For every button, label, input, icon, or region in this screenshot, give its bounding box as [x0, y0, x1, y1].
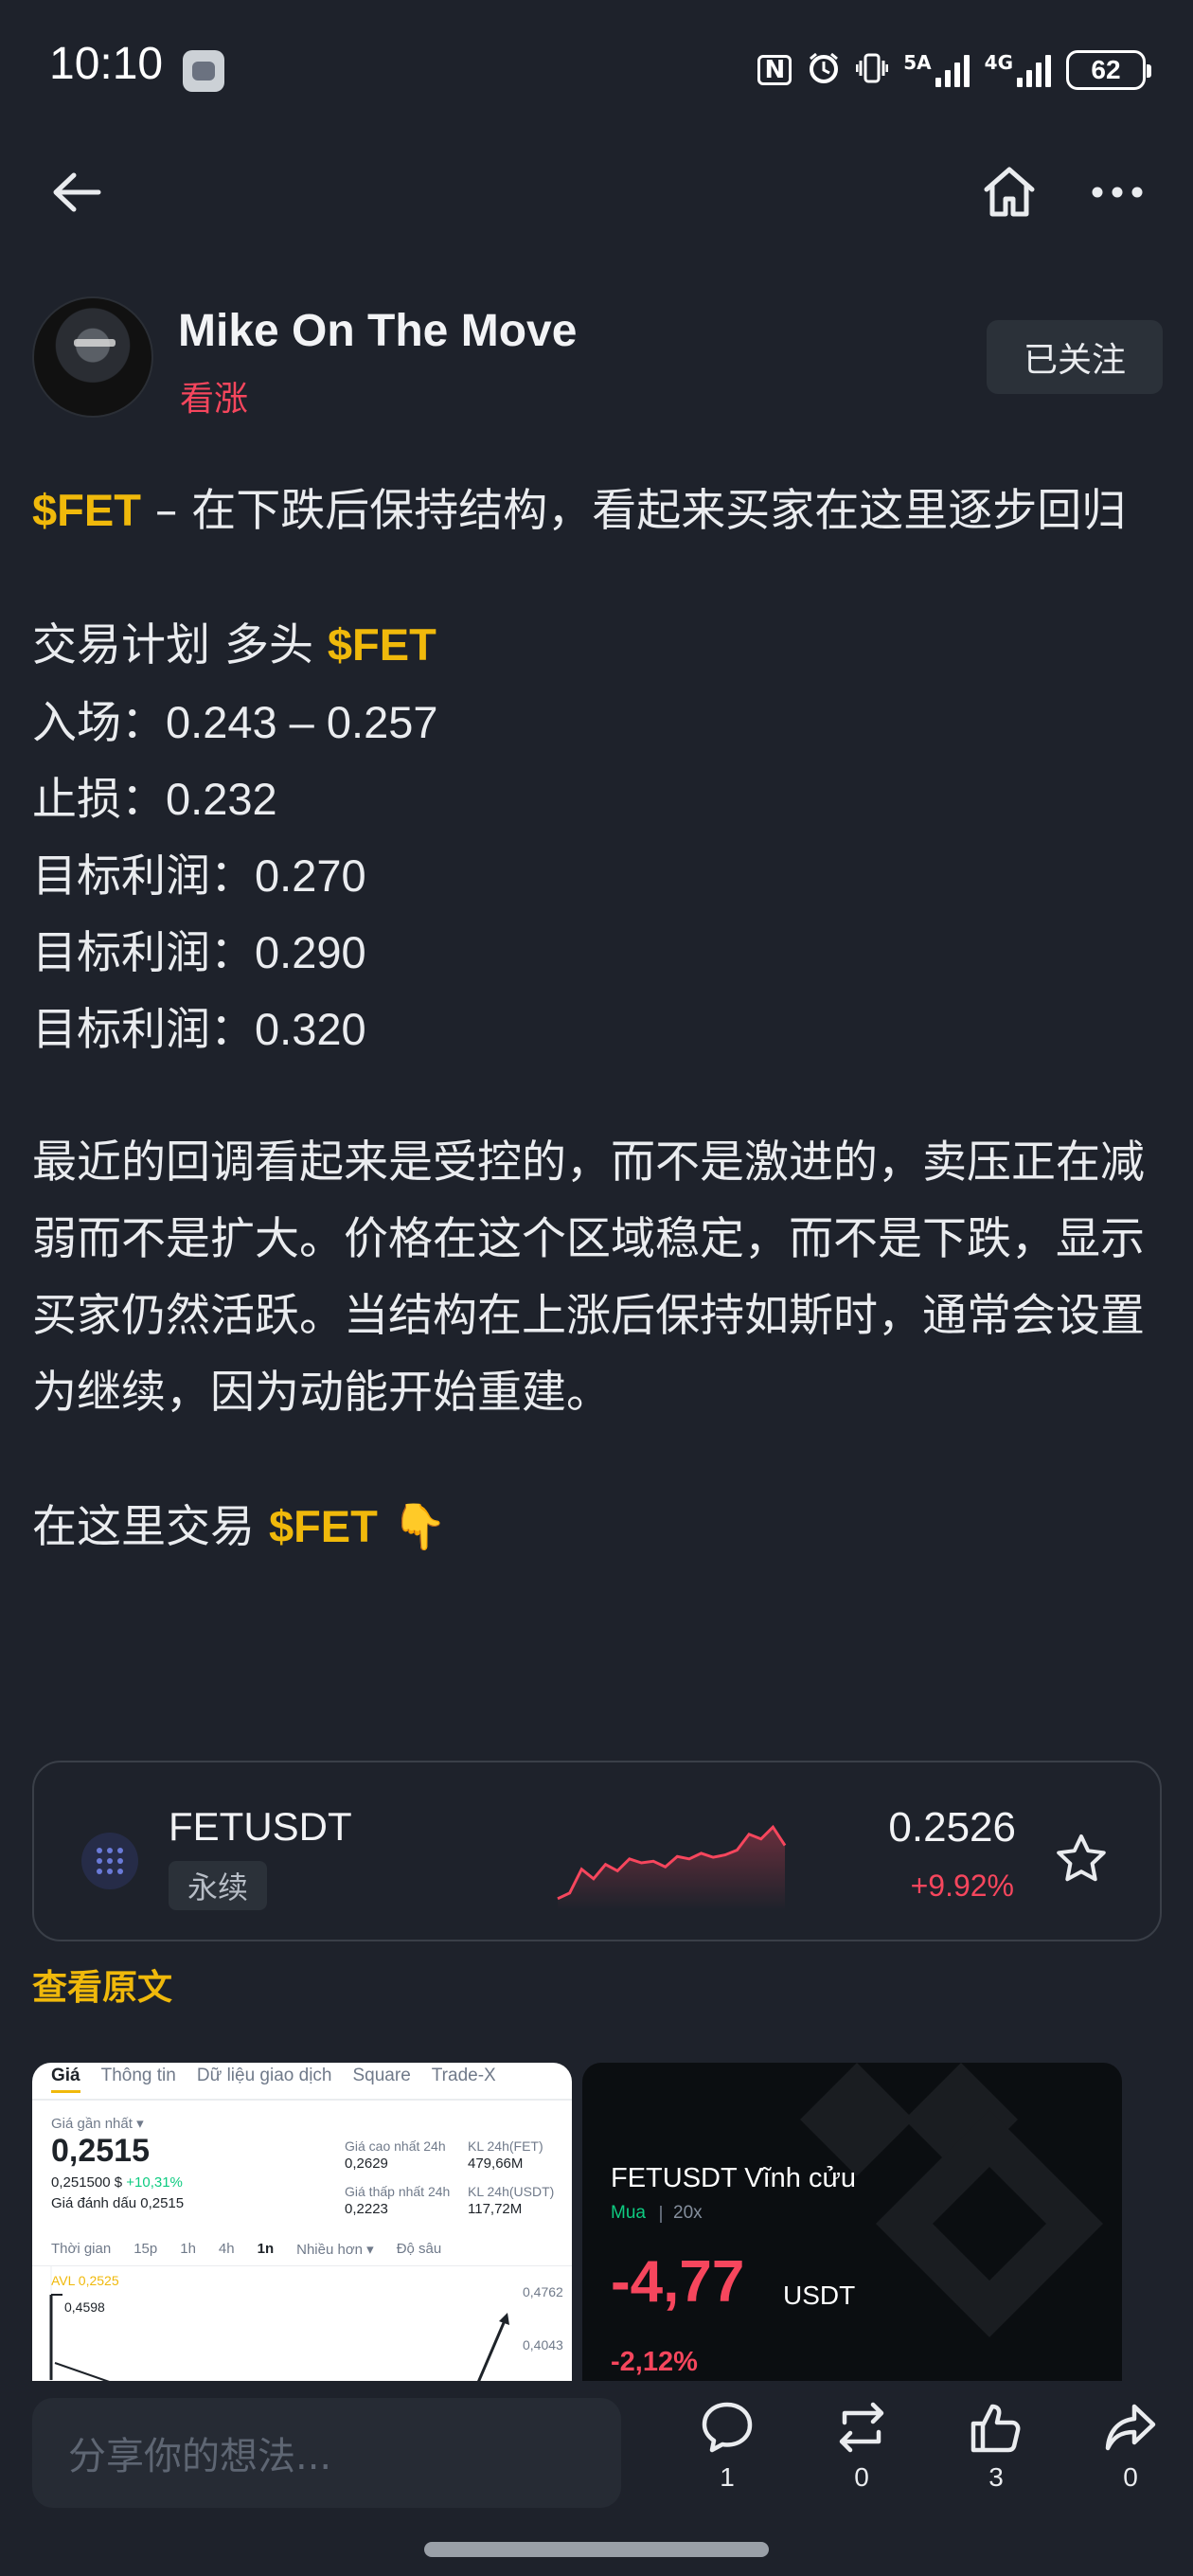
status-bar: 10:10 N 5A 4G 62 — [0, 0, 1193, 142]
position-title: FETUSDT Vĩnh cửu — [611, 2163, 857, 2193]
fet-coin-icon — [81, 1833, 138, 1889]
analysis-paragraph: 最近的回调看起来是受控的，而不是激进的，卖压正在减弱而不是扩大。价格在这个区域稳… — [32, 1136, 1145, 1419]
back-button[interactable] — [47, 163, 106, 222]
author-avatar[interactable] — [32, 296, 153, 418]
thumbs-up-icon — [970, 2404, 1021, 2453]
share-button[interactable]: 0 — [1083, 2400, 1178, 2513]
battery-icon: 62 — [1066, 50, 1151, 90]
position-pnl: -4,77 — [611, 2249, 745, 2315]
comment-button[interactable]: 1 — [680, 2400, 775, 2513]
share-icon — [1105, 2404, 1156, 2451]
entry-line: 入场：0.243 – 0.257 — [32, 697, 438, 747]
timeframe-row: Thời gian 15p 1h 4h 1n Nhiều hơn ▾ Độ sâ… — [51, 2241, 442, 2258]
more-options-button[interactable] — [1087, 163, 1148, 222]
pointing-down-emoji: 👇 — [391, 1501, 448, 1553]
coin-symbol: FETUSDT — [169, 1804, 352, 1849]
signal-icon — [1017, 53, 1051, 87]
signal-icon — [935, 53, 970, 87]
attached-image-position-card[interactable]: FETUSDT Vĩnh cửu Mua 20x -4,77 USDT -2,1… — [582, 2063, 1122, 2385]
notification-app-icon — [183, 50, 224, 92]
image-tabs: Giá Thông tin Dữ liệu giao dịch Square T… — [51, 2066, 496, 2093]
home-indicator[interactable] — [424, 2542, 769, 2557]
star-icon — [1057, 1834, 1106, 1882]
sparkline-area — [558, 1827, 785, 1910]
coin-card[interactable]: FETUSDT 永续 0.2526 +9.92% — [32, 1761, 1162, 1941]
repost-icon — [839, 2402, 884, 2453]
comment-icon — [702, 2402, 753, 2453]
status-time: 10:10 — [49, 39, 164, 89]
target-line-3: 目标利润：0.320 — [32, 1004, 366, 1054]
cashtag-link[interactable]: $FET — [328, 619, 436, 670]
target-line-1: 目标利润：0.270 — [32, 850, 366, 901]
vibrate-icon — [855, 51, 889, 89]
nfc-icon: N — [757, 55, 792, 85]
status-icons: N 5A 4G 62 — [757, 45, 1151, 95]
alarm-icon — [807, 51, 841, 89]
price-sparkline — [557, 1824, 787, 1910]
more-dots-icon — [1092, 187, 1143, 198]
sentiment-label: 看涨 — [180, 380, 249, 419]
network-5a: 5A — [903, 53, 970, 87]
follow-button[interactable]: 已关注 — [987, 320, 1163, 394]
coin-price: 0.2526 — [888, 1804, 1016, 1851]
stop-loss-line: 止损：0.232 — [32, 774, 277, 824]
attached-image-price-screen[interactable]: Giá Thông tin Dữ liệu giao dịch Square T… — [32, 2063, 572, 2385]
back-arrow-icon — [53, 172, 101, 212]
target-line-2: 目标利润：0.290 — [32, 927, 366, 977]
favorite-button[interactable] — [1052, 1829, 1111, 1887]
network-4g: 4G — [985, 53, 1051, 87]
coin-change: +9.92% — [910, 1869, 1014, 1903]
author-name[interactable]: Mike On The Move — [178, 305, 577, 357]
repost-button[interactable]: 0 — [814, 2400, 909, 2513]
post-content: $FET – 在下跌后保持结构，看起来买家在这里逐步回归 交易计划 多头 $FE… — [32, 472, 1164, 1565]
home-icon — [984, 167, 1035, 217]
call-to-action: 在这里交易 $FET 👇 — [32, 1501, 448, 1553]
post-intro: $FET – 在下跌后保持结构，看起来买家在这里逐步回归 — [32, 485, 1127, 537]
trade-plan-heading: 交易计划 多头 $FET — [32, 619, 436, 671]
cashtag-link[interactable]: $FET — [269, 1501, 378, 1551]
comment-input[interactable]: 分享你的想法... — [32, 2398, 621, 2508]
view-original-link[interactable]: 查看原文 — [32, 1959, 172, 2010]
home-button[interactable] — [979, 161, 1040, 222]
like-button[interactable]: 3 — [949, 2400, 1043, 2513]
cashtag-link[interactable]: $FET — [32, 485, 141, 535]
perpetual-tag: 永续 — [169, 1861, 268, 1910]
